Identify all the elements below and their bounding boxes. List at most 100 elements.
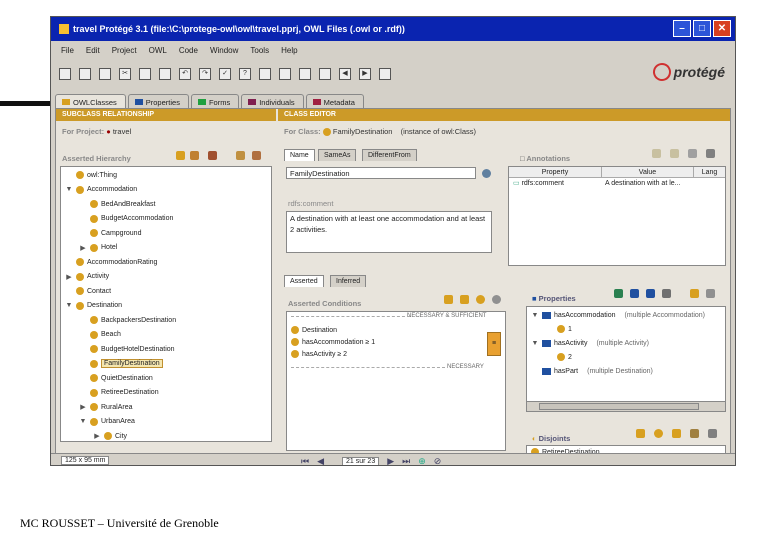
tree-node[interactable]: BedAndBreakfast <box>79 198 155 210</box>
comment-field[interactable]: A destination with at least one accommod… <box>286 211 492 253</box>
consistency-icon[interactable] <box>279 68 291 80</box>
tree-node[interactable]: BackpackersDestination <box>79 314 176 326</box>
tree-node[interactable]: BudgetAccommodation <box>79 213 173 225</box>
expand-toggle-icon[interactable]: ▼ <box>65 186 73 193</box>
open-icon[interactable] <box>79 68 91 80</box>
property-options-icon[interactable] <box>706 289 715 298</box>
tree-node[interactable]: FamilyDestination <box>79 358 163 370</box>
expand-toggle-icon[interactable]: ▼ <box>79 418 87 425</box>
class-name-field[interactable]: FamilyDestination <box>286 167 476 179</box>
menu-item-tools[interactable]: Tools <box>250 46 269 55</box>
remove-condition-icon[interactable] <box>492 295 501 304</box>
expand-toggle-icon[interactable]: ▶ <box>65 273 73 281</box>
menu-item-file[interactable]: File <box>61 46 74 55</box>
class-tree[interactable]: owl:Thing ▼ Accommodation BedAndBreakfast Bu… <box>60 166 272 442</box>
edit-annotation-icon[interactable] <box>670 149 679 158</box>
tree-node[interactable]: ▼ UrbanArea <box>79 416 135 428</box>
back-icon[interactable]: ◀ <box>339 68 351 80</box>
annotations-table[interactable]: Property Value Lang ▭ rdfs:comment A des… <box>508 166 726 266</box>
table-row[interactable]: ▭ rdfs:comment A destination with at le.… <box>509 178 725 189</box>
menu-item-code[interactable]: Code <box>179 46 198 55</box>
scrollbar-thumb[interactable] <box>539 403 699 410</box>
menu-item-edit[interactable]: Edit <box>86 46 100 55</box>
cardinality-row[interactable]: 1 <box>557 323 572 335</box>
tree-node[interactable]: ▼ Destination <box>65 300 122 312</box>
tab-forms[interactable]: Forms <box>190 94 240 108</box>
expand-toggle-icon[interactable]: ▼ <box>531 312 539 319</box>
remove-disjoint-icon[interactable] <box>708 429 717 438</box>
grid-icon[interactable] <box>319 68 331 80</box>
menu-item-window[interactable]: Window <box>210 46 238 55</box>
tab-metadata[interactable]: Metadata <box>305 94 364 108</box>
properties-panel[interactable]: ▼ hasAccommodation (multiple Accommodation… <box>526 306 726 412</box>
menu-item-owl[interactable]: OWL <box>149 46 167 55</box>
condition-row[interactable]: Destination <box>291 324 375 336</box>
subtab-name[interactable]: Name <box>284 149 315 161</box>
save-icon[interactable] <box>99 68 111 80</box>
property-row[interactable]: ▼ hasActivity (multiple Activity) <box>531 337 649 349</box>
add-annotation-icon[interactable] <box>652 149 661 158</box>
close-view-icon[interactable]: ⊘ <box>434 456 442 466</box>
tree-node[interactable]: ▶ City <box>93 430 127 441</box>
tree-node[interactable]: ▶ RuralArea <box>79 401 133 413</box>
add-page-icon[interactable]: ⊕ <box>418 456 426 466</box>
create-sibling-icon[interactable] <box>190 151 199 160</box>
expand-toggle-icon[interactable]: ▼ <box>65 302 73 309</box>
tree-node[interactable]: owl:Thing <box>65 169 117 181</box>
find-class-icon[interactable] <box>236 151 245 160</box>
tab-individuals[interactable]: Individuals <box>241 94 304 108</box>
expand-toggle-icon[interactable]: ▶ <box>79 403 87 411</box>
redo-icon[interactable]: ↷ <box>199 68 211 80</box>
subtab-sameas[interactable]: SameAs <box>318 149 357 161</box>
subtab-differentfrom[interactable]: DifferentFrom <box>362 149 417 161</box>
delete-class-icon[interactable] <box>208 151 217 160</box>
delete-annotation-icon[interactable] <box>688 149 697 158</box>
tree-node[interactable]: Beach <box>79 329 121 341</box>
add-named-class-icon[interactable] <box>460 295 469 304</box>
globe-icon[interactable] <box>482 169 491 178</box>
new-icon[interactable] <box>59 68 71 80</box>
disjoint-options-icon[interactable] <box>690 429 699 438</box>
close-button[interactable]: ✕ <box>713 20 731 37</box>
cardinality-row[interactable]: 2 <box>557 351 572 363</box>
property-row[interactable]: hasPart (multiple Destination) <box>531 365 653 377</box>
check-icon[interactable]: ✓ <box>219 68 231 80</box>
properties-scrollbar[interactable] <box>527 401 725 411</box>
add-object-property-icon[interactable] <box>646 289 655 298</box>
remove-property-icon[interactable] <box>662 289 671 298</box>
maximize-button[interactable]: □ <box>693 20 711 37</box>
expand-toggle-icon[interactable]: ▶ <box>79 244 87 252</box>
run-icon[interactable] <box>299 68 311 80</box>
forward-icon[interactable]: ▶ <box>359 68 371 80</box>
expand-toggle-icon[interactable]: ▶ <box>93 432 101 440</box>
first-page-icon[interactable]: ⏮ <box>301 456 309 466</box>
menu-item-help[interactable]: Help <box>281 46 297 55</box>
add-condition-icon[interactable] <box>476 295 485 304</box>
page-readout[interactable]: 21 sur 23 <box>342 456 380 465</box>
settings-icon[interactable] <box>379 68 391 80</box>
undo-icon[interactable]: ↶ <box>179 68 191 80</box>
paste-icon[interactable] <box>159 68 171 80</box>
property-row[interactable]: ▼ hasAccommodation (multiple Accommodation… <box>531 309 705 321</box>
minimize-button[interactable]: – <box>673 20 691 37</box>
find-usage-icon[interactable] <box>252 151 261 160</box>
property-restriction-icon[interactable] <box>690 289 699 298</box>
menu-item-project[interactable]: Project <box>112 46 137 55</box>
tree-node[interactable]: AccommodationRating <box>65 256 157 268</box>
last-page-icon[interactable]: ⏭ <box>402 456 410 466</box>
condition-row[interactable]: hasAccommodation ≥ 1 <box>291 336 375 348</box>
tree-node[interactable]: Contact <box>65 285 111 297</box>
tree-node[interactable]: ▼ Accommodation <box>65 184 137 196</box>
tree-node[interactable]: BudgetHotelDestination <box>79 343 175 355</box>
disjoint-siblings-icon[interactable] <box>672 429 681 438</box>
expand-toggle-icon[interactable]: ▼ <box>531 340 539 347</box>
classify-icon[interactable] <box>259 68 271 80</box>
add-property-icon[interactable] <box>614 289 623 298</box>
condition-row[interactable]: hasActivity ≥ 2 <box>291 348 375 360</box>
prev-page-icon[interactable]: ◀ <box>317 456 324 466</box>
create-restriction-icon[interactable] <box>444 295 453 304</box>
tab-properties[interactable]: Properties <box>127 94 189 108</box>
find-icon[interactable]: ? <box>239 68 251 80</box>
tree-node[interactable]: RetireeDestination <box>79 387 159 399</box>
copy-icon[interactable] <box>139 68 151 80</box>
